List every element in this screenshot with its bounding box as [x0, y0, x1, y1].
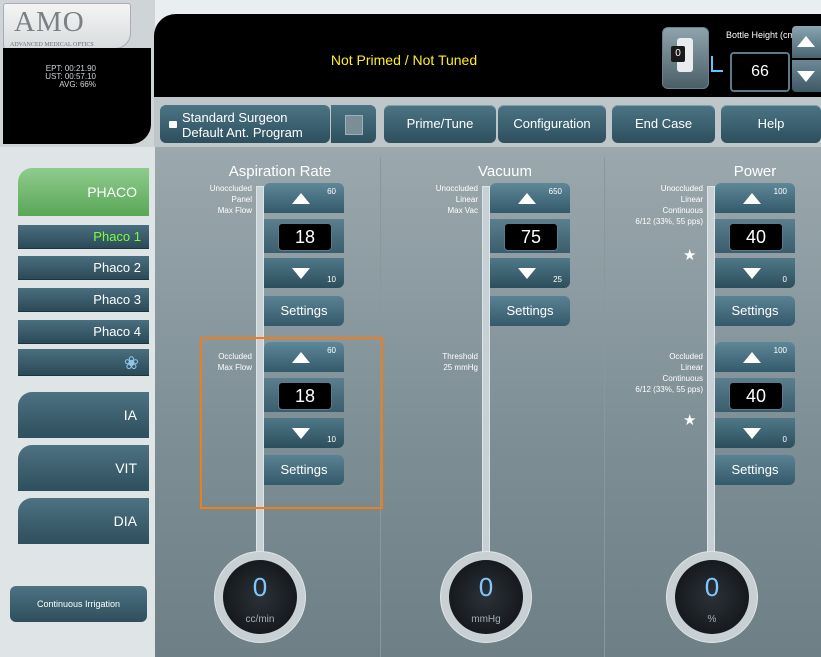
sidebar-vit[interactable]: VIT — [18, 445, 149, 491]
arrow-up-icon — [797, 36, 815, 47]
vacuum-value: 75 — [504, 223, 558, 251]
power-bottom-display: 40 — [715, 378, 795, 412]
power-bottom-settings-button[interactable]: Settings — [715, 455, 795, 485]
program-selector[interactable]: Standard Surgeon Default Ant. Program — [160, 105, 330, 143]
sidebar-item-phaco-3[interactable]: Phaco 3 — [18, 288, 149, 312]
arrow-up-icon — [518, 193, 536, 204]
aspiration-gauge-face: 0 cc/min — [223, 560, 297, 634]
end-case-button[interactable]: End Case — [612, 105, 715, 143]
vacuum-top-label: Unoccluded Linear Max Vac — [435, 184, 478, 215]
arrow-down-icon — [743, 428, 761, 439]
aspiration-title: Aspiration Rate — [228, 163, 332, 180]
aspiration-top-up-button[interactable]: 60 — [264, 183, 344, 213]
power-top-value: 40 — [729, 223, 783, 251]
vacuum-gauge-face: 0 mmHg — [449, 560, 523, 634]
prime-tune-button[interactable]: Prime/Tune — [384, 105, 496, 143]
status-bar: Not Primed / Not Tuned — [154, 14, 654, 97]
vacuum-threshold-label: Threshold 25 mmHg — [442, 352, 478, 372]
power-top-settings-button[interactable]: Settings — [715, 296, 795, 326]
highlight-box — [200, 337, 383, 509]
vacuum-down-button[interactable]: 25 — [490, 258, 570, 288]
power-rail — [707, 186, 715, 578]
vacuum-settings-button[interactable]: Settings — [490, 296, 570, 326]
arrow-up-icon — [743, 352, 761, 363]
aspiration-top-settings-button[interactable]: Settings — [264, 296, 344, 326]
logo-brand: AMO — [14, 6, 85, 38]
configuration-button[interactable]: Configuration — [498, 105, 606, 143]
aspiration-gauge-unit: cc/min — [245, 614, 275, 625]
power-top-up-button[interactable]: 100 — [715, 183, 795, 213]
power-top-max: 100 — [773, 187, 787, 196]
power-bottom-up-button[interactable]: 100 — [715, 342, 795, 372]
bottle-level-icon — [711, 56, 723, 72]
vacuum-title: Vacuum — [478, 163, 532, 180]
bottle-height-label: Bottle Height (cm) — [726, 30, 799, 40]
aspiration-top-label: Unoccluded Panel Max Flow — [209, 184, 252, 215]
timer-panel: EPT: 00:21.90 UST: 00:57.10 AVG: 66% — [3, 48, 151, 144]
spiral-icon: ❀ — [123, 353, 139, 373]
copy-icon — [345, 115, 363, 135]
power-bottom-down-button[interactable]: 0 — [715, 418, 795, 448]
copy-program-button[interactable] — [331, 105, 376, 143]
arrow-up-icon — [292, 193, 310, 204]
power-bottom-value: 40 — [729, 382, 783, 410]
bottle-height-value: 66 — [730, 52, 790, 92]
sidebar-item-phaco-2[interactable]: Phaco 2 — [18, 256, 149, 280]
arrow-down-icon — [797, 71, 815, 82]
aspiration-top-max: 60 — [327, 187, 336, 196]
vacuum-gauge-unit: mmHg — [471, 614, 501, 625]
power-top-display: 40 — [715, 219, 795, 253]
help-button[interactable]: Help — [721, 105, 821, 143]
column-divider — [604, 157, 605, 657]
arrow-up-icon — [743, 193, 761, 204]
aspiration-top-min: 10 — [327, 275, 336, 284]
aspiration-top-down-button[interactable]: 10 — [264, 258, 344, 288]
aspiration-gauge: 0 cc/min — [214, 551, 306, 643]
vacuum-gauge: 0 mmHg — [440, 551, 532, 643]
sidebar-dia[interactable]: DIA — [18, 498, 149, 544]
aspiration-top-display: 18 — [264, 219, 344, 253]
bottle-up-button[interactable] — [792, 26, 821, 58]
continuous-irrigation-button[interactable]: Continuous Irrigation — [10, 586, 147, 622]
program-line-2: Default Ant. Program — [182, 125, 303, 140]
company-logo: AMO ADVANCED MEDICAL OPTICS — [3, 3, 131, 49]
power-top-label: Unoccluded Linear Continuous 6/12 (33%, 55 … — [635, 184, 703, 226]
power-title: Power — [733, 163, 777, 180]
power-gauge: 0 % — [666, 551, 758, 643]
program-line-1: Standard Surgeon — [182, 110, 288, 125]
vacuum-gauge-value: 0 — [478, 572, 494, 602]
sidebar-item-phaco-1[interactable]: Phaco 1 — [18, 225, 149, 249]
aspiration-gauge-value: 0 — [252, 572, 268, 602]
arrow-down-icon — [743, 268, 761, 279]
power-gauge-value: 0 — [704, 572, 720, 602]
power-bottom-max: 100 — [773, 346, 787, 355]
vacuum-max: 650 — [548, 187, 562, 196]
arrow-down-icon — [292, 268, 310, 279]
star-icon: ★ — [683, 412, 697, 429]
vacuum-display: 75 — [490, 219, 570, 253]
bottle-button[interactable]: 0 — [662, 27, 709, 89]
lock-icon — [169, 121, 177, 128]
arrow-down-icon — [518, 268, 536, 279]
power-top-down-button[interactable]: 0 — [715, 258, 795, 288]
vacuum-min: 25 — [553, 275, 562, 284]
status-text: Not Primed / Not Tuned — [330, 52, 478, 68]
avg-readout: AVG: 66% — [59, 80, 96, 89]
sidebar-ia[interactable]: IA — [18, 392, 149, 438]
vacuum-up-button[interactable]: 650 — [490, 183, 570, 213]
power-gauge-unit: % — [707, 614, 717, 625]
sidebar-extra-button[interactable]: ❀ — [18, 349, 149, 376]
power-top-min: 0 — [782, 275, 787, 284]
power-bottom-min: 0 — [782, 435, 787, 444]
aspiration-top-value: 18 — [278, 223, 332, 251]
vacuum-rail — [482, 186, 490, 578]
bottle-icon-value: 0 — [671, 46, 685, 62]
sidebar-item-phaco-4[interactable]: Phaco 4 — [18, 320, 149, 344]
bottle-down-button[interactable] — [792, 60, 821, 92]
power-gauge-face: 0 % — [675, 560, 749, 634]
power-bottom-label: Occluded Linear Continuous 6/12 (33%, 55 pp… — [635, 352, 703, 394]
sidebar-phaco[interactable]: PHACO — [18, 168, 149, 216]
star-icon: ★ — [683, 247, 697, 264]
